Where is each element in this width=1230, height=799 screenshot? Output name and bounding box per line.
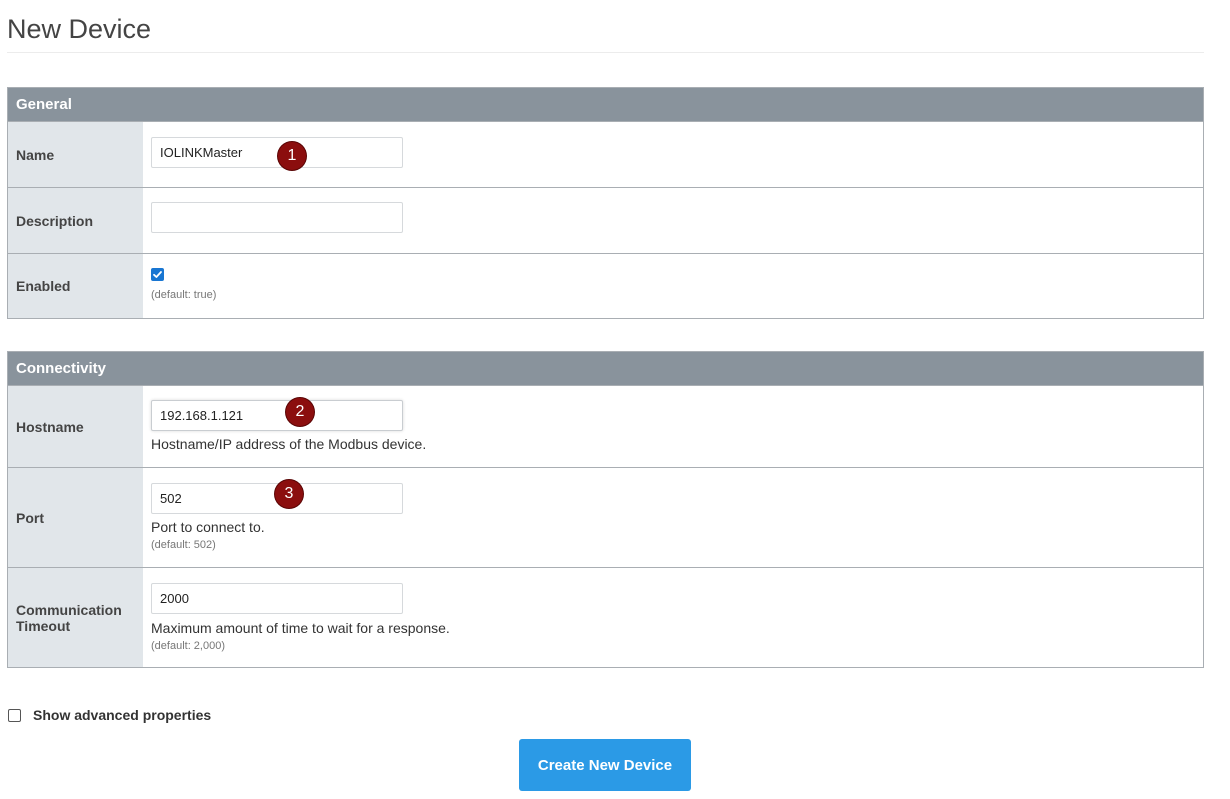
description-input[interactable]: [151, 202, 403, 233]
timeout-value-cell: Maximum amount of time to wait for a res…: [143, 568, 1203, 667]
description-row: Description: [8, 187, 1203, 253]
name-value-cell: 1: [143, 122, 1203, 187]
name-row: Name 1: [8, 121, 1203, 187]
timeout-row: Communication Timeout Maximum amount of …: [8, 567, 1203, 667]
show-advanced-checkbox[interactable]: [8, 708, 21, 722]
show-advanced-label[interactable]: Show advanced properties: [33, 707, 211, 723]
create-new-device-button[interactable]: Create New Device: [519, 739, 691, 791]
timeout-help-text: Maximum amount of time to wait for a res…: [151, 620, 450, 636]
enabled-default-note: (default: true): [151, 289, 217, 301]
timeout-label-line2: Timeout: [16, 617, 71, 634]
hostname-label: Hostname: [8, 386, 143, 467]
page-title: New Device: [7, 14, 152, 44]
port-value-cell: 3 Port to connect to. (default: 502): [143, 468, 1203, 567]
description-value-cell: [143, 188, 1203, 253]
enabled-checkbox[interactable]: [151, 268, 164, 281]
port-default-note: (default: 502): [151, 539, 216, 551]
port-help-text: Port to connect to.: [151, 519, 265, 535]
timeout-label: Communication Timeout: [8, 568, 143, 667]
general-panel-header: General: [8, 88, 1203, 121]
checkmark-icon: [153, 271, 162, 278]
title-divider: [7, 52, 1204, 53]
timeout-input[interactable]: [151, 583, 403, 614]
connectivity-panel: Connectivity Hostname 2 Hostname/IP addr…: [7, 351, 1204, 668]
hostname-help-text: Hostname/IP address of the Modbus device…: [151, 436, 427, 452]
callout-badge-1: 1: [278, 142, 306, 170]
description-label: Description: [8, 188, 143, 253]
general-panel: General Name 1 Description Enabled (defa…: [7, 87, 1204, 319]
enabled-label: Enabled: [8, 254, 143, 318]
name-input[interactable]: [151, 137, 403, 168]
timeout-default-note: (default: 2,000): [151, 640, 225, 652]
hostname-value-cell: 2 Hostname/IP address of the Modbus devi…: [143, 386, 1203, 467]
show-advanced-toggle[interactable]: Show advanced properties: [8, 707, 211, 723]
callout-badge-3: 3: [275, 480, 303, 508]
port-row: Port 3 Port to connect to. (default: 502…: [8, 467, 1203, 567]
connectivity-panel-header: Connectivity: [8, 352, 1203, 385]
enabled-row: Enabled (default: true): [8, 253, 1203, 318]
enabled-value-cell: (default: true): [143, 254, 1203, 318]
timeout-label-line1: Communication: [16, 601, 122, 618]
port-label: Port: [8, 468, 143, 567]
callout-badge-2: 2: [286, 398, 314, 426]
name-label: Name: [8, 122, 143, 187]
hostname-input[interactable]: [151, 400, 403, 431]
hostname-row: Hostname 2 Hostname/IP address of the Mo…: [8, 385, 1203, 467]
